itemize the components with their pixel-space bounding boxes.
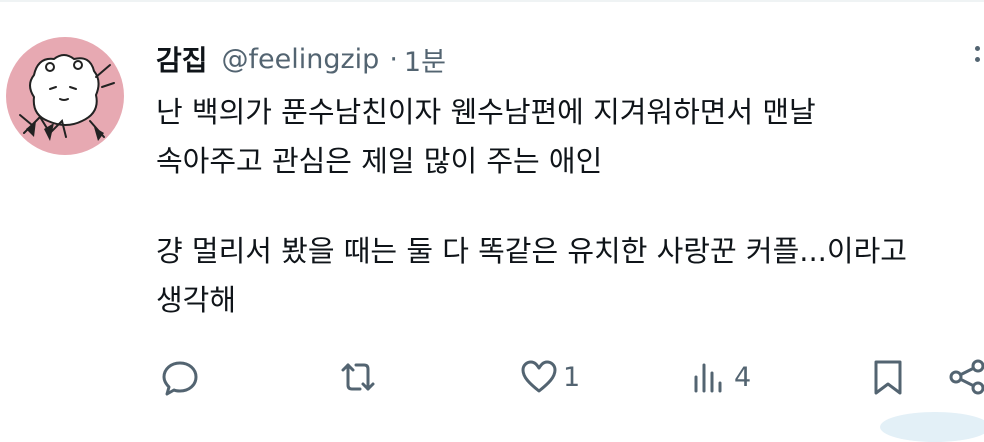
bookmark-icon (874, 360, 902, 395)
tweet-line: 난 백의가 푼수남친이자 웬수남편에 지겨워하면서 맨날 (156, 95, 816, 129)
user-handle[interactable]: @feelingzip (222, 44, 380, 75)
separator-dot: · (389, 43, 398, 75)
tweet-line: 속아주고 관심은 제일 많이 주는 애인 (156, 144, 603, 178)
more-options-icon[interactable] (972, 42, 984, 82)
top-divider (0, 0, 984, 2)
cartoon-avatar-icon (19, 54, 115, 141)
tweet-header: 감집 @feelingzip · 1분 (156, 39, 446, 79)
tweet-line: 생각해 (156, 283, 237, 317)
share-button[interactable] (948, 352, 984, 402)
like-count: 1 (563, 361, 581, 393)
tweet-text: 난 백의가 푼수남친이자 웬수남편에 지겨워하면서 맨날 속아주고 관심은 제일… (156, 88, 984, 325)
heart-icon (521, 360, 557, 393)
retweet-button[interactable] (338, 352, 378, 402)
display-name[interactable]: 감집 (156, 39, 208, 79)
analytics-icon (694, 363, 722, 393)
views-count: 4 (734, 361, 752, 393)
like-button[interactable]: 1 (519, 352, 580, 402)
retweet-icon (341, 363, 375, 391)
action-bar: 1 4 (0, 352, 984, 402)
tweet-line: 걍 멀리서 봤을 때는 둘 다 똑같은 유치한 사랑꾼 커플...이라고 (156, 234, 907, 268)
timestamp[interactable]: 1분 (404, 40, 446, 79)
bottom-decoration (880, 412, 984, 442)
reply-icon (162, 361, 198, 396)
avatar[interactable] (6, 37, 124, 155)
bookmark-button[interactable] (868, 352, 908, 402)
share-icon (949, 359, 984, 395)
views-button[interactable]: 4 (690, 352, 751, 402)
reply-button[interactable] (160, 352, 200, 402)
